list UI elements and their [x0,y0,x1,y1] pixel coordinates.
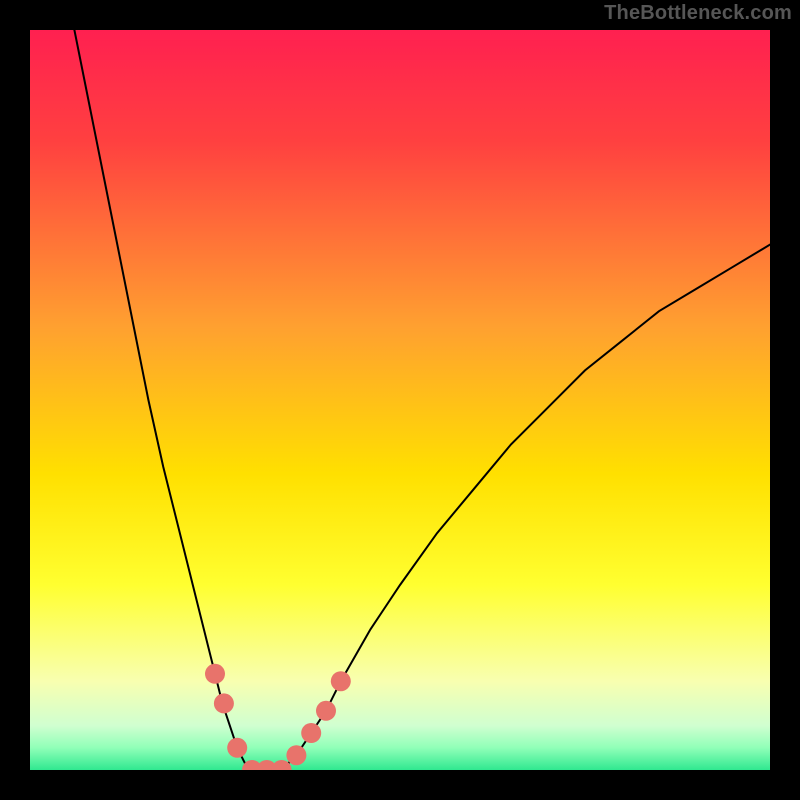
chart-curves [30,30,770,770]
plot-area [30,30,770,770]
data-marker [205,664,225,684]
chart-frame: TheBottleneck.com [0,0,800,800]
data-marker [272,760,292,770]
data-marker [331,671,351,691]
series-left-branch [74,30,252,770]
series-right-branch [282,245,770,770]
watermark-text: TheBottleneck.com [604,2,792,25]
data-marker [286,745,306,765]
data-marker [301,723,321,743]
data-marker [227,738,247,758]
data-marker [214,693,234,713]
data-marker [316,701,336,721]
